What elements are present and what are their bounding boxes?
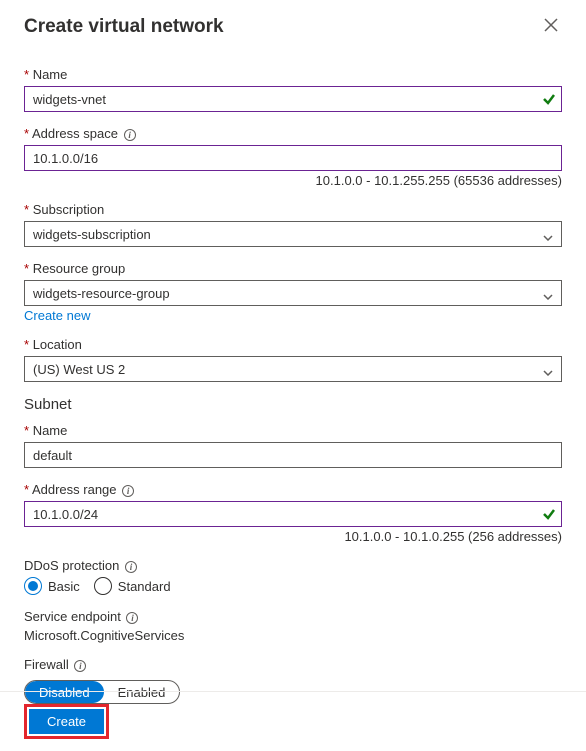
ddos-label: DDoS protection i <box>24 558 562 573</box>
panel-title: Create virtual network <box>24 16 224 38</box>
name-input[interactable] <box>24 86 562 112</box>
name-label: * Name <box>24 67 562 82</box>
resource-group-label: * Resource group <box>24 261 562 276</box>
subscription-label: * Subscription <box>24 202 562 217</box>
address-space-label: * Address space i <box>24 126 562 141</box>
info-icon[interactable]: i <box>125 561 137 573</box>
address-range-input[interactable] <box>24 501 562 527</box>
chevron-down-icon <box>543 364 553 374</box>
panel-header: Create virtual network <box>24 14 562 39</box>
create-button[interactable]: Create <box>29 709 104 734</box>
service-endpoint-label: Service endpoint i <box>24 609 562 624</box>
address-space-hint: 10.1.0.0 - 10.1.255.255 (65536 addresses… <box>24 173 562 188</box>
location-select[interactable]: (US) West US 2 <box>24 356 562 382</box>
close-icon <box>544 18 558 32</box>
subnet-name-label: * Name <box>24 423 562 438</box>
info-icon[interactable]: i <box>126 612 138 624</box>
address-space-input[interactable] <box>24 145 562 171</box>
ddos-basic-radio[interactable]: Basic <box>24 577 80 595</box>
info-icon[interactable]: i <box>124 129 136 141</box>
info-icon[interactable]: i <box>74 660 86 672</box>
subnet-section-title: Subnet <box>24 396 562 413</box>
subnet-name-input[interactable] <box>24 442 562 468</box>
radio-unchecked-icon <box>94 577 112 595</box>
create-new-link[interactable]: Create new <box>24 308 90 323</box>
chevron-down-icon <box>543 229 553 239</box>
resource-group-select[interactable]: widgets-resource-group <box>24 280 562 306</box>
address-range-label: * Address range i <box>24 482 562 497</box>
service-endpoint-value: Microsoft.CognitiveServices <box>24 628 562 643</box>
checkmark-icon <box>542 507 556 521</box>
panel-footer: Create <box>0 691 586 751</box>
firewall-label: Firewall i <box>24 657 562 672</box>
location-label: * Location <box>24 337 562 352</box>
radio-checked-icon <box>24 577 42 595</box>
ddos-standard-radio[interactable]: Standard <box>94 577 171 595</box>
close-button[interactable] <box>540 14 562 39</box>
chevron-down-icon <box>543 288 553 298</box>
address-range-hint: 10.1.0.0 - 10.1.0.255 (256 addresses) <box>24 529 562 544</box>
checkmark-icon <box>542 92 556 106</box>
create-highlight: Create <box>24 704 109 739</box>
info-icon[interactable]: i <box>122 485 134 497</box>
subscription-select[interactable]: widgets-subscription <box>24 221 562 247</box>
